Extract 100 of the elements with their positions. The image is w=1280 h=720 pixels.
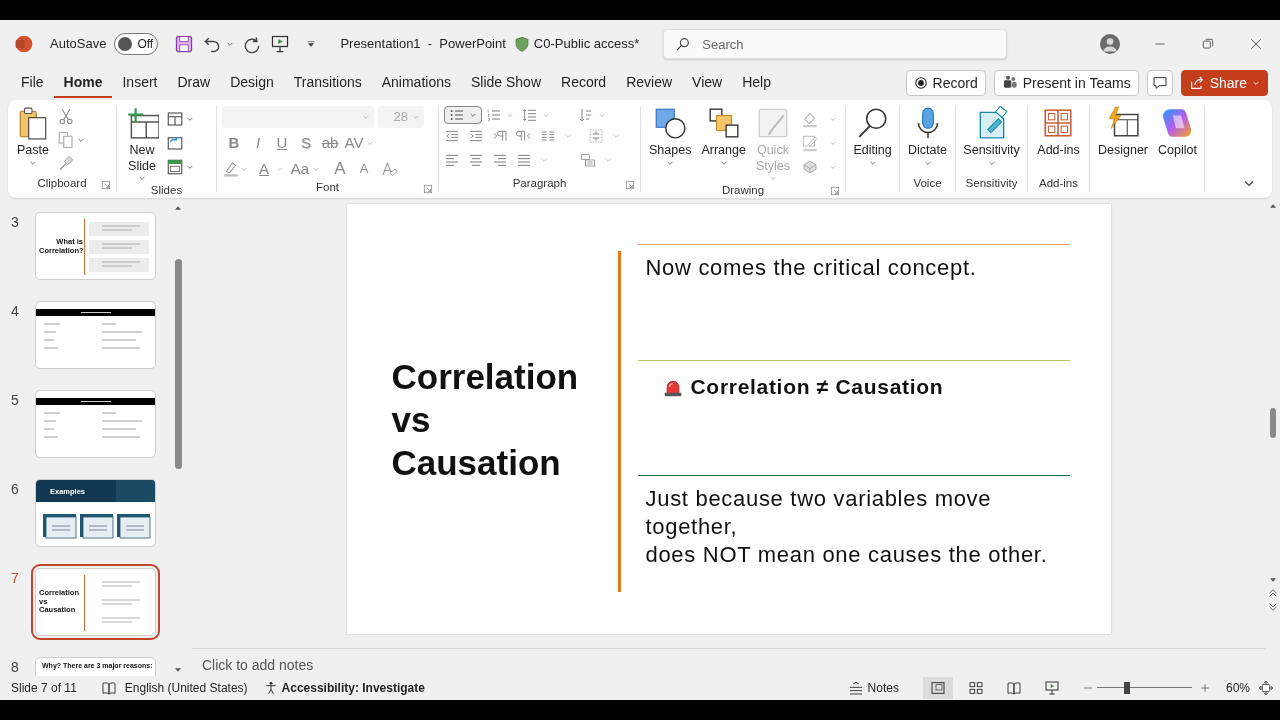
caret-icon[interactable]: [276, 165, 284, 173]
caret-icon[interactable]: [598, 111, 606, 119]
normal-view-button[interactable]: [922, 677, 953, 699]
previous-slide-icon[interactable]: [1267, 588, 1278, 598]
scrollbar-thumb[interactable]: [174, 259, 182, 469]
reset-icon[interactable]: [166, 134, 184, 153]
caret-icon[interactable]: [186, 163, 194, 172]
sensitivity-button[interactable]: Sensitivity: [960, 106, 1023, 176]
increase-indent-icon[interactable]: [468, 128, 484, 144]
launcher-icon[interactable]: [625, 180, 635, 190]
menu-tab[interactable]: File: [11, 68, 54, 98]
eraser-icon[interactable]: [380, 160, 398, 178]
add-ins-button[interactable]: Add-ins: [1034, 106, 1083, 176]
caret-icon[interactable]: [540, 156, 548, 164]
menu-tab[interactable]: Review: [616, 68, 683, 98]
layout-icon[interactable]: [166, 110, 184, 128]
font-name-field[interactable]: [222, 106, 374, 128]
caret-icon[interactable]: [612, 132, 620, 140]
justify-icon[interactable]: [516, 152, 532, 168]
decrease-indent-icon[interactable]: [444, 128, 460, 144]
caret-icon[interactable]: [542, 111, 550, 119]
copy-icon[interactable]: [57, 131, 75, 149]
caret-icon[interactable]: [186, 115, 194, 123]
menu-tab[interactable]: Transitions: [283, 68, 372, 98]
new-slide-button[interactable]: New Slide: [122, 106, 162, 183]
align-center-icon[interactable]: [468, 152, 484, 168]
change-case-button[interactable]: Aa: [288, 158, 312, 180]
paste-button[interactable]: Paste: [13, 106, 53, 176]
scroll-up-icon[interactable]: [174, 204, 182, 212]
slider-thumb[interactable]: [1124, 682, 1131, 694]
menu-tab[interactable]: View: [682, 68, 733, 98]
zoom-level[interactable]: 60%: [1225, 679, 1250, 697]
customize-icon[interactable]: [306, 39, 317, 49]
menu-tab[interactable]: Home: [53, 68, 113, 98]
language-label[interactable]: English (United States): [124, 679, 248, 697]
caret-icon[interactable]: [828, 115, 837, 123]
dictate-button[interactable]: Dictate: [905, 106, 950, 176]
caret-icon[interactable]: [240, 165, 248, 173]
zoom-slider[interactable]: [1096, 681, 1192, 695]
smartart-icon[interactable]: [580, 152, 596, 168]
caret-icon[interactable]: [604, 156, 612, 164]
left-to-right-icon[interactable]: [492, 128, 508, 144]
right-to-left-icon[interactable]: [516, 128, 532, 144]
caret-icon[interactable]: [564, 132, 572, 140]
caret-icon[interactable]: [312, 165, 320, 173]
slide-thumbnail[interactable]: [35, 390, 156, 458]
designer-button[interactable]: Designer: [1095, 106, 1152, 176]
numbered-list-icon[interactable]: [486, 107, 502, 123]
line-spacing-icon[interactable]: [522, 107, 538, 123]
caret-icon[interactable]: [828, 163, 837, 172]
launcher-icon[interactable]: [830, 186, 840, 197]
scroll-up-icon[interactable]: [1268, 202, 1277, 210]
present-in-teams-button[interactable]: Present in Teams: [993, 70, 1139, 96]
menu-tab[interactable]: Animations: [371, 68, 461, 98]
scroll-down-icon[interactable]: [174, 666, 182, 674]
notes-button[interactable]: Notes: [847, 679, 899, 697]
menu-tab[interactable]: Draw: [167, 68, 221, 98]
autosave-toggle[interactable]: Off: [114, 33, 159, 55]
bullets-button[interactable]: [444, 106, 482, 124]
align-text-icon[interactable]: [588, 128, 604, 144]
fit-to-window-icon[interactable]: [1258, 680, 1274, 696]
arrange-button[interactable]: Arrange: [698, 106, 749, 183]
caret-icon[interactable]: [77, 136, 85, 144]
scroll-down-icon[interactable]: [1268, 576, 1277, 584]
shrink-font-button[interactable]: A: [352, 158, 376, 180]
comments-button[interactable]: [1146, 70, 1173, 96]
italic-button[interactable]: I: [246, 132, 270, 154]
align-right-icon[interactable]: [492, 152, 508, 168]
caret-icon[interactable]: [506, 111, 514, 119]
highlighter-icon[interactable]: [222, 160, 240, 178]
menu-tab[interactable]: Design: [220, 68, 284, 98]
columns-icon[interactable]: [540, 128, 556, 144]
menu-tab[interactable]: Slide Show: [460, 68, 551, 98]
copilot-button[interactable]: Copilot: [1155, 106, 1200, 176]
notes-field[interactable]: Click to add notes: [192, 648, 1265, 676]
slide-thumbnail[interactable]: [35, 301, 156, 369]
presentation-icon[interactable]: [270, 34, 291, 54]
menu-tab[interactable]: Help: [732, 68, 781, 98]
paint-bucket-icon[interactable]: [800, 110, 819, 128]
menu-tab[interactable]: Record: [551, 68, 617, 98]
book-icon[interactable]: [100, 680, 117, 696]
character-spacing-button[interactable]: AV: [342, 132, 366, 154]
zoom-in-icon[interactable]: [1199, 683, 1210, 693]
caret-icon[interactable]: [828, 139, 837, 148]
editing-button[interactable]: Editing: [850, 106, 895, 176]
pen-icon[interactable]: [800, 134, 819, 153]
brush-icon[interactable]: [57, 154, 75, 172]
avatar-icon[interactable]: [1100, 34, 1120, 54]
scissors-icon[interactable]: [57, 108, 75, 126]
font-color-button[interactable]: A: [252, 158, 276, 180]
launcher-icon[interactable]: [101, 180, 111, 190]
caret-icon[interactable]: [366, 139, 374, 147]
menu-tab[interactable]: Insert: [112, 68, 168, 98]
sensitivity-label[interactable]: C0-Public access*: [533, 34, 640, 54]
launcher-icon[interactable]: [423, 184, 433, 194]
text-direction-icon[interactable]: [578, 107, 594, 123]
search-field[interactable]: Search: [663, 29, 1008, 59]
shapes-button[interactable]: Shapes: [646, 106, 695, 183]
save-icon[interactable]: [174, 34, 195, 54]
record-button[interactable]: Record: [905, 70, 986, 96]
